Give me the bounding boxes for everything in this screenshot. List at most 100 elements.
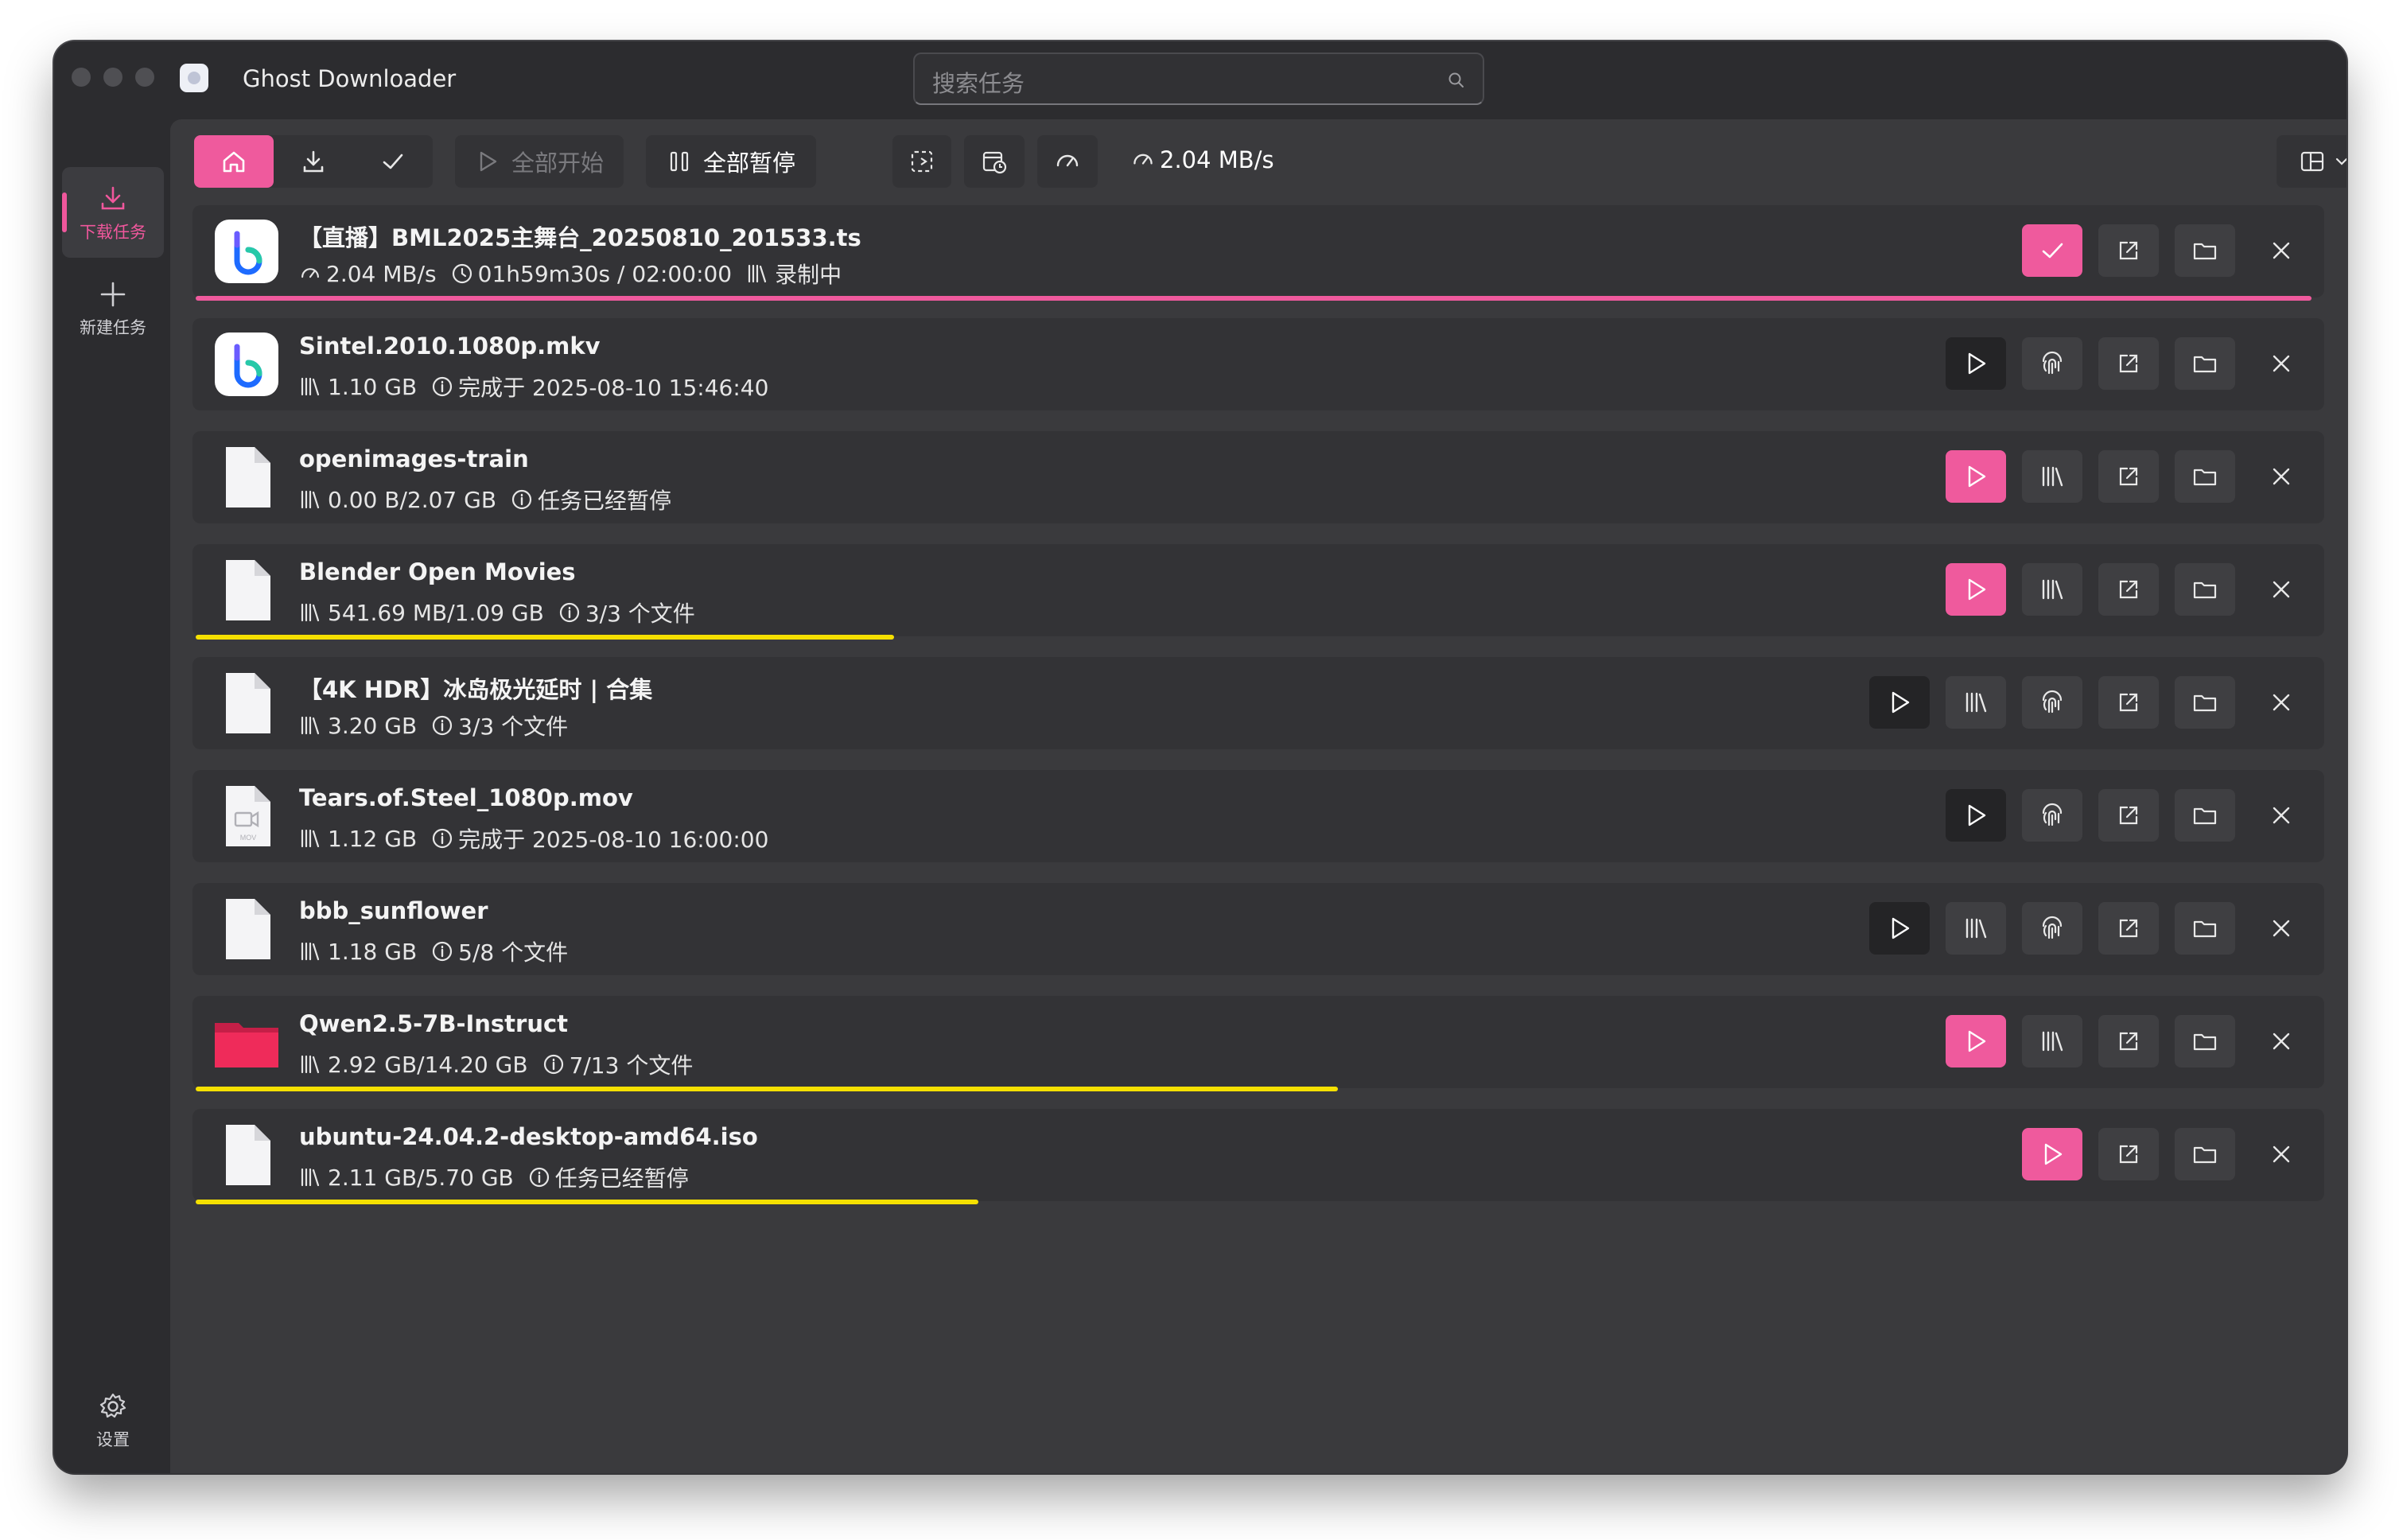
- task-row[interactable]: MOV Tears.of.Steel_1080p.mov 1.12 GB 完成于 20…: [192, 770, 2324, 862]
- open-file-button[interactable]: [2098, 789, 2159, 842]
- open-folder-button[interactable]: [2175, 1015, 2235, 1068]
- sidebar-item-settings[interactable]: 设置: [62, 1375, 164, 1465]
- task-row[interactable]: Sintel.2010.1080p.mkv 1.10 GB 完成于 2025-08-…: [192, 318, 2324, 410]
- filter-downloading-button[interactable]: [274, 135, 353, 188]
- open-file-button[interactable]: [2098, 1128, 2159, 1180]
- start-all-button[interactable]: 全部开始: [455, 135, 624, 188]
- pause-all-button[interactable]: 全部暂停: [646, 135, 816, 188]
- details-button[interactable]: [1946, 902, 2006, 955]
- sidebar-item-new-task[interactable]: 新建任务: [62, 262, 164, 353]
- task-row[interactable]: Blender Open Movies 541.69 MB/1.09 GB 3/3 …: [192, 544, 2324, 640]
- open-folder-button[interactable]: [2175, 902, 2235, 955]
- progress-bar: [196, 1087, 1338, 1091]
- details-button[interactable]: [1946, 676, 2006, 729]
- close-icon: [2269, 803, 2293, 827]
- zoom-window-button[interactable]: [135, 68, 154, 87]
- minimize-window-button[interactable]: [103, 68, 122, 87]
- details-button[interactable]: [2022, 450, 2082, 503]
- delete-task-button[interactable]: [2251, 789, 2312, 842]
- close-window-button[interactable]: [72, 68, 91, 87]
- global-speed-value: 2.04 MB/s: [1160, 146, 1274, 173]
- delete-task-button[interactable]: [2251, 337, 2312, 390]
- task-name: bbb_sunflower: [299, 897, 488, 924]
- fingerprint-icon: [2039, 689, 2066, 716]
- size-icon: [299, 375, 328, 398]
- task-meta-value: 1.18 GB: [328, 938, 418, 965]
- bars-icon: [1962, 689, 1989, 716]
- fingerprint-icon: [2039, 915, 2066, 942]
- delete-task-button[interactable]: [2251, 450, 2312, 503]
- open-file-button[interactable]: [2098, 563, 2159, 616]
- task-row[interactable]: ubuntu-24.04.2-desktop-amd64.iso 2.11 GB/…: [192, 1109, 2324, 1204]
- open-folder-button[interactable]: [2175, 789, 2235, 842]
- open-file-button[interactable]: [2098, 1015, 2159, 1068]
- checksum-button[interactable]: [2022, 337, 2082, 390]
- bilibili-icon: [213, 218, 280, 285]
- task-meta: 2.04 MB/s 01h59m30s / 02:00:00 录制中: [299, 258, 856, 290]
- folder-icon: [2191, 576, 2218, 603]
- resume-button[interactable]: [1946, 563, 2006, 616]
- search-input[interactable]: 搜索任务: [913, 52, 1484, 105]
- view-layout-dropdown[interactable]: [2277, 135, 2347, 188]
- checksum-button[interactable]: [2022, 789, 2082, 842]
- open-file-button[interactable]: [2098, 224, 2159, 277]
- resume-button[interactable]: [1946, 450, 2006, 503]
- delete-task-button[interactable]: [2251, 902, 2312, 955]
- mark-done-button[interactable]: [2022, 224, 2082, 277]
- open-folder-button[interactable]: [2175, 224, 2235, 277]
- filter-segmented-control: [194, 135, 433, 188]
- svg-text:MOV: MOV: [240, 834, 257, 842]
- checksum-button[interactable]: [2022, 902, 2082, 955]
- task-name: 【4K HDR】冰岛极光延时 | 合集: [299, 676, 653, 703]
- file-icon: [213, 1122, 280, 1188]
- delete-task-button[interactable]: [2251, 676, 2312, 729]
- sidebar-item-downloads[interactable]: 下载任务: [62, 167, 164, 258]
- task-name: ubuntu-24.04.2-desktop-amd64.iso: [299, 1123, 758, 1150]
- filter-finished-button[interactable]: [353, 135, 433, 188]
- task-row[interactable]: openimages-train 0.00 B/2.07 GB 任务已经暂停: [192, 431, 2324, 523]
- open-file-button[interactable]: [2098, 902, 2159, 955]
- task-row[interactable]: 【直播】BML2025主舞台_20250810_201533.ts 2.04 MB…: [192, 205, 2324, 301]
- open-file-button[interactable]: [2098, 337, 2159, 390]
- speed-limit-button[interactable]: [1037, 135, 1098, 188]
- task-meta: 541.69 MB/1.09 GB 3/3 个文件: [299, 597, 710, 628]
- play-button[interactable]: [1869, 902, 1930, 955]
- resume-button[interactable]: [2022, 1128, 2082, 1180]
- open-file-button[interactable]: [2098, 450, 2159, 503]
- open-folder-button[interactable]: [2175, 337, 2235, 390]
- task-row[interactable]: 【4K HDR】冰岛极光延时 | 合集 3.20 GB 3/3 个文件: [192, 657, 2324, 749]
- open-folder-button[interactable]: [2175, 1128, 2235, 1180]
- open-folder-button[interactable]: [2175, 450, 2235, 503]
- task-row[interactable]: bbb_sunflower 1.18 GB 5/8 个文件: [192, 883, 2324, 975]
- task-meta: 1.12 GB 完成于 2025-08-10 16:00:00: [299, 822, 783, 854]
- info-icon: [528, 1166, 555, 1188]
- delete-task-button[interactable]: [2251, 224, 2312, 277]
- play-icon: [1886, 689, 1913, 716]
- schedule-button[interactable]: [964, 135, 1025, 188]
- resume-button[interactable]: [1946, 1015, 2006, 1068]
- checksum-button[interactable]: [2022, 676, 2082, 729]
- home-icon: [223, 151, 245, 173]
- folder-icon: [2191, 1141, 2218, 1168]
- play-button[interactable]: [1946, 337, 2006, 390]
- delete-task-button[interactable]: [2251, 1128, 2312, 1180]
- size-icon: [746, 262, 775, 285]
- details-button[interactable]: [2022, 563, 2082, 616]
- open-folder-button[interactable]: [2175, 563, 2235, 616]
- open-folder-button[interactable]: [2175, 676, 2235, 729]
- task-row[interactable]: Qwen2.5-7B-Instruct 2.92 GB/14.20 GB 7/13 …: [192, 996, 2324, 1091]
- speedometer-icon: [1133, 154, 1153, 165]
- play-button[interactable]: [1946, 789, 2006, 842]
- info-icon: [558, 601, 585, 624]
- delete-task-button[interactable]: [2251, 563, 2312, 616]
- filter-all-button[interactable]: [194, 135, 274, 188]
- bars-icon: [1962, 915, 1989, 942]
- folder-icon: [2191, 237, 2218, 264]
- external-link-icon: [2116, 690, 2141, 715]
- open-file-button[interactable]: [2098, 676, 2159, 729]
- select-mode-button[interactable]: [892, 135, 951, 188]
- task-meta-value: 541.69 MB/1.09 GB: [328, 599, 544, 626]
- delete-task-button[interactable]: [2251, 1015, 2312, 1068]
- play-button[interactable]: [1869, 676, 1930, 729]
- details-button[interactable]: [2022, 1015, 2082, 1068]
